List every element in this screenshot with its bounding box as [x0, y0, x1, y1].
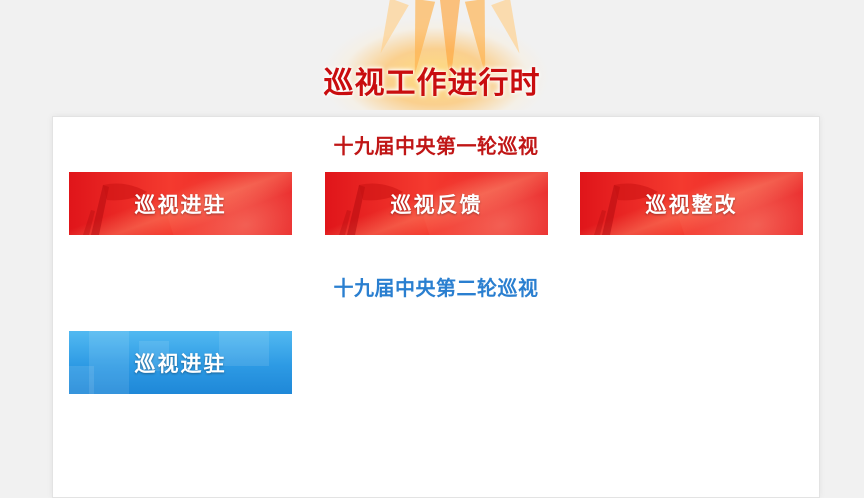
tile-decoration [89, 331, 129, 394]
round-1-rectification-button[interactable]: 巡视整改 [580, 172, 803, 235]
button-label: 巡视进驻 [134, 351, 227, 376]
round-1-stationing-button[interactable]: 巡视进驻 [69, 172, 292, 235]
button-label: 巡视反馈 [390, 192, 483, 217]
round-2-stationing-button[interactable]: 巡视进驻 [69, 331, 292, 394]
button-label: 巡视整改 [645, 192, 738, 217]
round-1-feedback-button[interactable]: 巡视反馈 [325, 172, 548, 235]
section-title-round-2: 十九届中央第二轮巡视 [333, 276, 539, 300]
button-label: 巡视进驻 [134, 192, 227, 217]
section-title-round-1: 十九届中央第一轮巡视 [333, 134, 539, 158]
tile-decoration [69, 366, 94, 394]
page-title: 巡视工作进行时 [323, 66, 541, 101]
